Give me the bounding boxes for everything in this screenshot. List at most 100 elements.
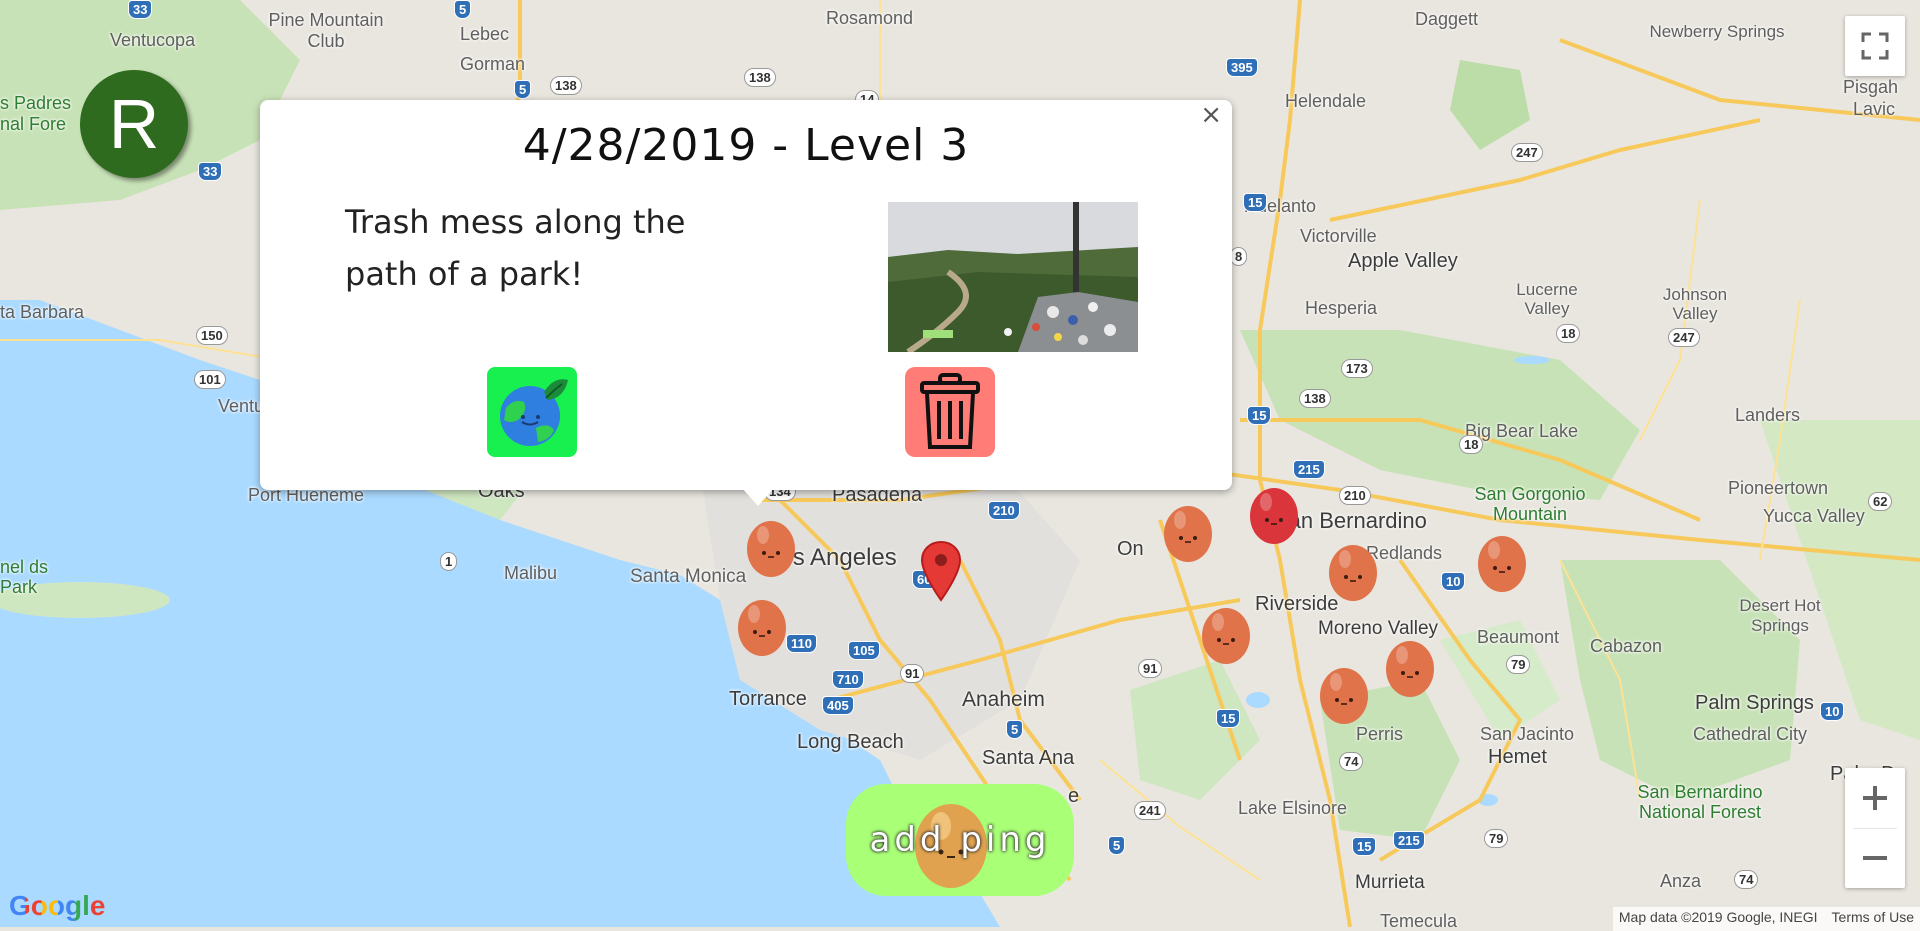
minus-icon [1863, 856, 1887, 860]
place-label-apple-valley: Apple Valley [1348, 250, 1458, 272]
place-label-landers: Landers [1735, 405, 1801, 425]
highway-shield: 405 [822, 696, 854, 715]
ping-marker[interactable] [1162, 498, 1214, 562]
earth-icon [500, 379, 568, 446]
highway-shield: 210 [988, 501, 1020, 520]
highway-shield: 5 [454, 0, 472, 19]
google-logo[interactable]: Google [9, 890, 105, 922]
highway-shield: 62 [1868, 492, 1893, 511]
highway-shield: 33 [198, 162, 223, 181]
place-label-temecula: Temecula [1380, 911, 1458, 927]
highway-shield: 33 [128, 0, 153, 19]
place-label-ontario: On [1117, 538, 1144, 560]
highway-shield: 79 [1484, 829, 1509, 848]
place-label-lucerne: Lucerne Valley [1516, 280, 1578, 318]
highway-shield: 15 [1243, 193, 1268, 212]
highway-shield: 15 [1216, 709, 1241, 728]
place-label-santa-barbara: ta Barbara [0, 302, 85, 322]
highway-shield: 247 [1511, 143, 1543, 162]
fullscreen-button[interactable] [1845, 16, 1905, 76]
zoom-control [1845, 768, 1905, 888]
place-label-san-jacinto: San Jacinto [1480, 724, 1575, 744]
zoom-out-button[interactable] [1845, 828, 1905, 888]
highway-shield: 91 [900, 664, 925, 683]
highway-shield: 10 [1441, 572, 1466, 591]
highway-shield: 91 [1138, 659, 1163, 678]
ping-marker[interactable] [1327, 537, 1379, 601]
delete-ping-button[interactable] [905, 367, 995, 457]
place-label-e: e [1068, 785, 1080, 807]
highway-shield: 210 [1339, 486, 1371, 505]
highway-shield: 710 [832, 670, 864, 689]
ping-marker[interactable] [1318, 660, 1370, 724]
info-window-tail [742, 488, 774, 506]
highway-shield: 138 [1299, 389, 1331, 408]
zoom-divider [1853, 828, 1897, 829]
place-label-beaumont: Beaumont [1477, 627, 1560, 647]
ping-marker[interactable] [745, 513, 797, 577]
ping-marker[interactable] [736, 592, 788, 656]
place-label-perris: Perris [1356, 724, 1404, 744]
report-photo [888, 202, 1138, 352]
highway-shield: 5 [514, 80, 532, 99]
place-label-lebec: Lebec [460, 24, 510, 44]
highway-shield: 241 [1134, 801, 1166, 820]
place-label-riverside: Riverside [1255, 593, 1339, 615]
place-label-hemet: Hemet [1488, 746, 1547, 768]
ping-marker-urgent[interactable] [1248, 480, 1300, 544]
place-label-san-gorgonio: San Gorgonio Mountain [1474, 484, 1586, 524]
highway-shield: 74 [1339, 752, 1364, 771]
place-label-lavic: Lavic [1853, 99, 1896, 119]
cleaned-up-button[interactable] [487, 367, 577, 457]
highway-shield: 10 [1820, 702, 1845, 721]
highway-shield: 215 [1293, 460, 1325, 479]
place-label-victorville: Victorville [1300, 226, 1377, 246]
place-label-cathedral-city: Cathedral City [1693, 724, 1808, 744]
place-label-big-bear: Big Bear Lake [1465, 421, 1579, 441]
map-attribution: Map data ©2019 Google, INEGI Terms of Us… [1612, 907, 1920, 931]
place-label-murrieta: Murrieta [1355, 872, 1425, 893]
place-label-rosamond: Rosamond [826, 8, 914, 28]
highway-shield: 101 [194, 370, 226, 389]
highway-shield: 138 [744, 68, 776, 87]
place-label-channel: nel ds Park [0, 557, 49, 597]
place-label-pisgah: Pisgah [1843, 77, 1899, 97]
place-label-palm-springs: Palm Springs [1695, 692, 1814, 714]
highway-shield: 79 [1506, 655, 1531, 674]
highway-shield: 74 [1734, 870, 1759, 889]
trash-can-icon [920, 373, 980, 449]
highway-shield: 18 [1556, 324, 1581, 343]
place-label-johnson: Johnson Valley [1662, 285, 1728, 323]
ping-marker[interactable] [1200, 600, 1252, 664]
zoom-in-button[interactable] [1845, 768, 1905, 828]
ping-marker[interactable] [1476, 528, 1528, 592]
highway-shield: 215 [1393, 831, 1425, 850]
place-label-long-beach: Long Beach [797, 731, 904, 753]
highway-shield: 150 [196, 326, 228, 345]
place-label-padres: s Padres nal Fore [0, 93, 72, 134]
terms-of-use-link[interactable]: Terms of Use [1832, 909, 1914, 929]
place-label-yucca: Yucca Valley [1763, 506, 1865, 526]
place-label-hesperia: Hesperia [1305, 298, 1378, 318]
highway-shield: 110 [786, 634, 817, 653]
place-label-anaheim: Anaheim [962, 688, 1045, 711]
place-label-lake-elsinore: Lake Elsinore [1238, 798, 1348, 818]
selected-location-pin[interactable] [920, 540, 962, 604]
place-label-newberry: Newberry Springs [1649, 22, 1785, 41]
report-info-window: × 4/28/2019 - Level 3 Trash mess along t… [260, 100, 1232, 506]
place-label-sbnf: San Bernardino National Forest [1637, 782, 1763, 822]
ping-marker[interactable] [1384, 633, 1436, 697]
place-label-helendale: Helendale [1285, 91, 1367, 111]
place-label-daggett: Daggett [1415, 9, 1479, 29]
place-label-pine-mountain: Pine Mountain Club [268, 10, 384, 51]
highway-shield: 173 [1341, 359, 1373, 378]
fullscreen-icon [1861, 32, 1889, 60]
add-ping-button[interactable]: add ping [846, 784, 1074, 896]
plus-icon [1863, 786, 1887, 810]
place-label-ventura: Ventu [218, 396, 265, 416]
place-label-santa-monica: Santa Monica [630, 566, 747, 587]
highway-shield: 15 [1247, 406, 1272, 425]
user-avatar[interactable]: R [80, 70, 188, 178]
highway-shield: 5 [1108, 836, 1126, 855]
place-label-ventucopa: Ventucopa [110, 30, 196, 50]
